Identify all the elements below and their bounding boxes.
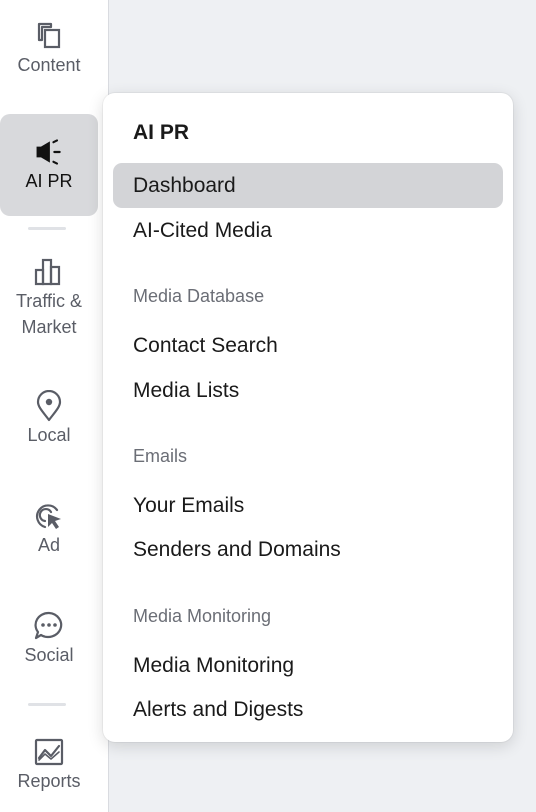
- rail-divider: [28, 703, 66, 706]
- rail-item-content[interactable]: Content: [0, 20, 98, 92]
- menu-item-dashboard[interactable]: Dashboard: [113, 163, 503, 208]
- left-nav-rail: Content AI PR Traffic & Market Local Ad …: [0, 0, 109, 812]
- rail-item-label: Reports: [17, 771, 81, 791]
- rail-item-label: Local: [27, 425, 71, 445]
- rail-item-traffic-market[interactable]: Traffic & Market: [0, 256, 98, 354]
- bar-chart-icon: [33, 256, 65, 288]
- flyout-title: AI PR: [133, 121, 190, 144]
- menu-item-your-emails[interactable]: Your Emails: [113, 483, 503, 528]
- section-label-emails: Emails: [133, 446, 188, 466]
- menu-item-media-monitoring[interactable]: Media Monitoring: [113, 643, 503, 688]
- rail-item-label: Ad: [37, 535, 61, 555]
- menu-item-senders-domains[interactable]: Senders and Domains: [113, 527, 503, 572]
- rail-divider: [28, 227, 66, 230]
- rail-item-label: AI PR: [25, 171, 73, 191]
- location-pin-icon: [33, 390, 65, 422]
- rail-item-local[interactable]: Local: [0, 390, 98, 462]
- rail-item-reports[interactable]: Reports: [0, 736, 98, 808]
- content-pages-icon: [33, 20, 65, 52]
- cursor-click-icon: [33, 500, 65, 532]
- megaphone-icon: [33, 136, 65, 168]
- report-chart-icon: [33, 736, 65, 768]
- section-label-media-database: Media Database: [133, 286, 265, 306]
- menu-item-alerts-digests[interactable]: Alerts and Digests: [113, 687, 503, 732]
- menu-item-ai-cited-media[interactable]: AI-Cited Media: [113, 208, 503, 253]
- rail-item-ad[interactable]: Ad: [0, 500, 98, 572]
- menu-item-contact-search[interactable]: Contact Search: [113, 323, 503, 368]
- rail-item-ai-pr[interactable]: AI PR: [0, 114, 98, 216]
- section-label-media-monitoring: Media Monitoring: [133, 606, 272, 626]
- rail-item-label: Content: [17, 55, 81, 75]
- menu-item-media-lists[interactable]: Media Lists: [113, 368, 503, 413]
- chat-bubble-icon: [33, 610, 65, 642]
- rail-item-social[interactable]: Social: [0, 610, 98, 682]
- ai-pr-flyout-menu: AI PR Dashboard AI-Cited Media Media Dat…: [103, 93, 513, 742]
- rail-item-label: Traffic & Market: [15, 291, 82, 337]
- rail-item-label: Social: [24, 645, 74, 665]
